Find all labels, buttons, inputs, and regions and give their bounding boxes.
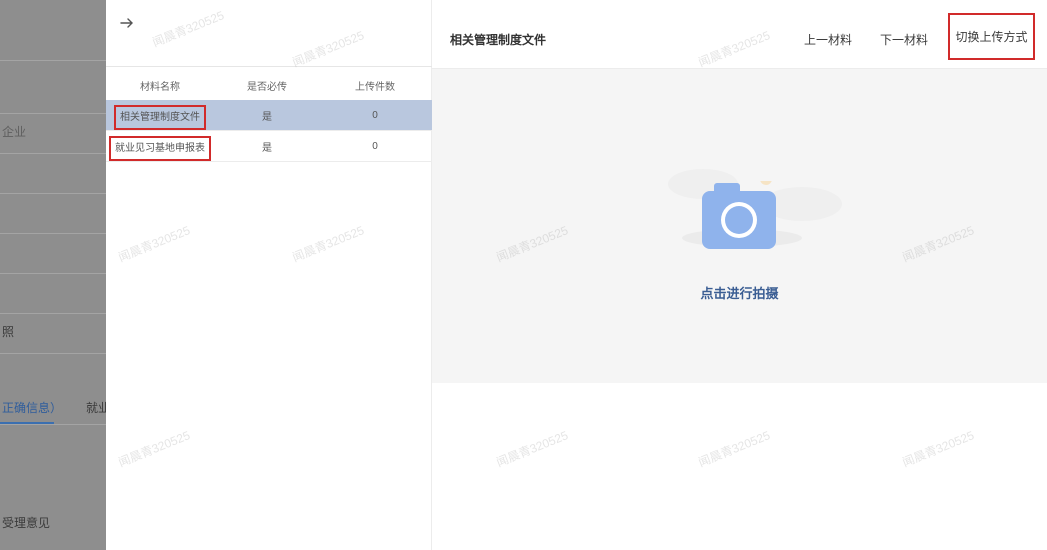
background-page: 企业 照 正确信息） 就业 受理意见 <box>0 0 106 550</box>
material-title: 相关管理制度文件 <box>450 33 547 47</box>
row-required: 是 <box>262 111 272 123</box>
bg-divider <box>0 193 106 194</box>
bg-divider <box>0 424 106 425</box>
material-table: 材料名称 是否必传 上传件数 相关管理制度文件 是 0 就业见习基地申报表 是 … <box>106 70 432 162</box>
capture-area[interactable]: 点击进行拍摄 <box>432 69 1047 383</box>
switch-upload-mode-label: 切换上传方式 <box>955 30 1028 44</box>
next-material-button[interactable]: 下一材料 <box>880 31 928 48</box>
material-list-panel: 材料名称 是否必传 上传件数 相关管理制度文件 是 0 就业见习基地申报表 是 … <box>106 0 432 550</box>
header-required: 是否必传 <box>247 81 287 93</box>
bg-divider <box>0 233 106 234</box>
bg-item-photo: 照 <box>2 325 15 339</box>
header-material-name: 材料名称 <box>140 81 180 93</box>
upload-drawer: 材料名称 是否必传 上传件数 相关管理制度文件 是 0 就业见习基地申报表 是 … <box>106 0 1047 550</box>
switch-upload-mode-button[interactable]: 切换上传方式 <box>948 13 1035 60</box>
bg-divider <box>0 60 106 61</box>
bg-divider <box>0 273 106 274</box>
bg-divider <box>0 353 106 354</box>
list-header-divider <box>106 66 432 67</box>
camera-icon[interactable] <box>700 173 778 251</box>
prev-material-button[interactable]: 上一材料 <box>804 31 852 48</box>
header-upload-count: 上传件数 <box>355 81 395 93</box>
bg-item-opinion: 受理意见 <box>2 516 51 530</box>
bg-tab-employment: 就业 <box>86 401 106 415</box>
table-header-row: 材料名称 是否必传 上传件数 <box>106 70 432 100</box>
bg-divider <box>0 113 106 114</box>
bg-divider <box>0 313 106 314</box>
bg-item-company: 企业 <box>2 125 27 139</box>
material-name-text: 就业见习基地申报表 <box>109 135 211 161</box>
row-upload-count: 0 <box>372 140 378 152</box>
row-material-name: 相关管理制度文件 <box>110 104 210 130</box>
bg-tab-correct-info: 正确信息） <box>2 401 63 415</box>
row-required: 是 <box>262 142 272 154</box>
bg-divider <box>0 153 106 154</box>
table-row[interactable]: 就业见习基地申报表 是 0 <box>106 131 432 162</box>
arrow-right-icon[interactable] <box>120 16 134 35</box>
table-row[interactable]: 相关管理制度文件 是 0 <box>106 100 432 131</box>
material-name-text: 相关管理制度文件 <box>114 104 206 130</box>
capture-panel: 相关管理制度文件 上一材料 下一材料 切换上传方式 点击进行拍摄 <box>432 0 1047 550</box>
capture-label: 点击进行拍摄 <box>700 286 779 301</box>
row-upload-count: 0 <box>372 109 378 121</box>
row-material-name: 就业见习基地申报表 <box>109 135 211 161</box>
